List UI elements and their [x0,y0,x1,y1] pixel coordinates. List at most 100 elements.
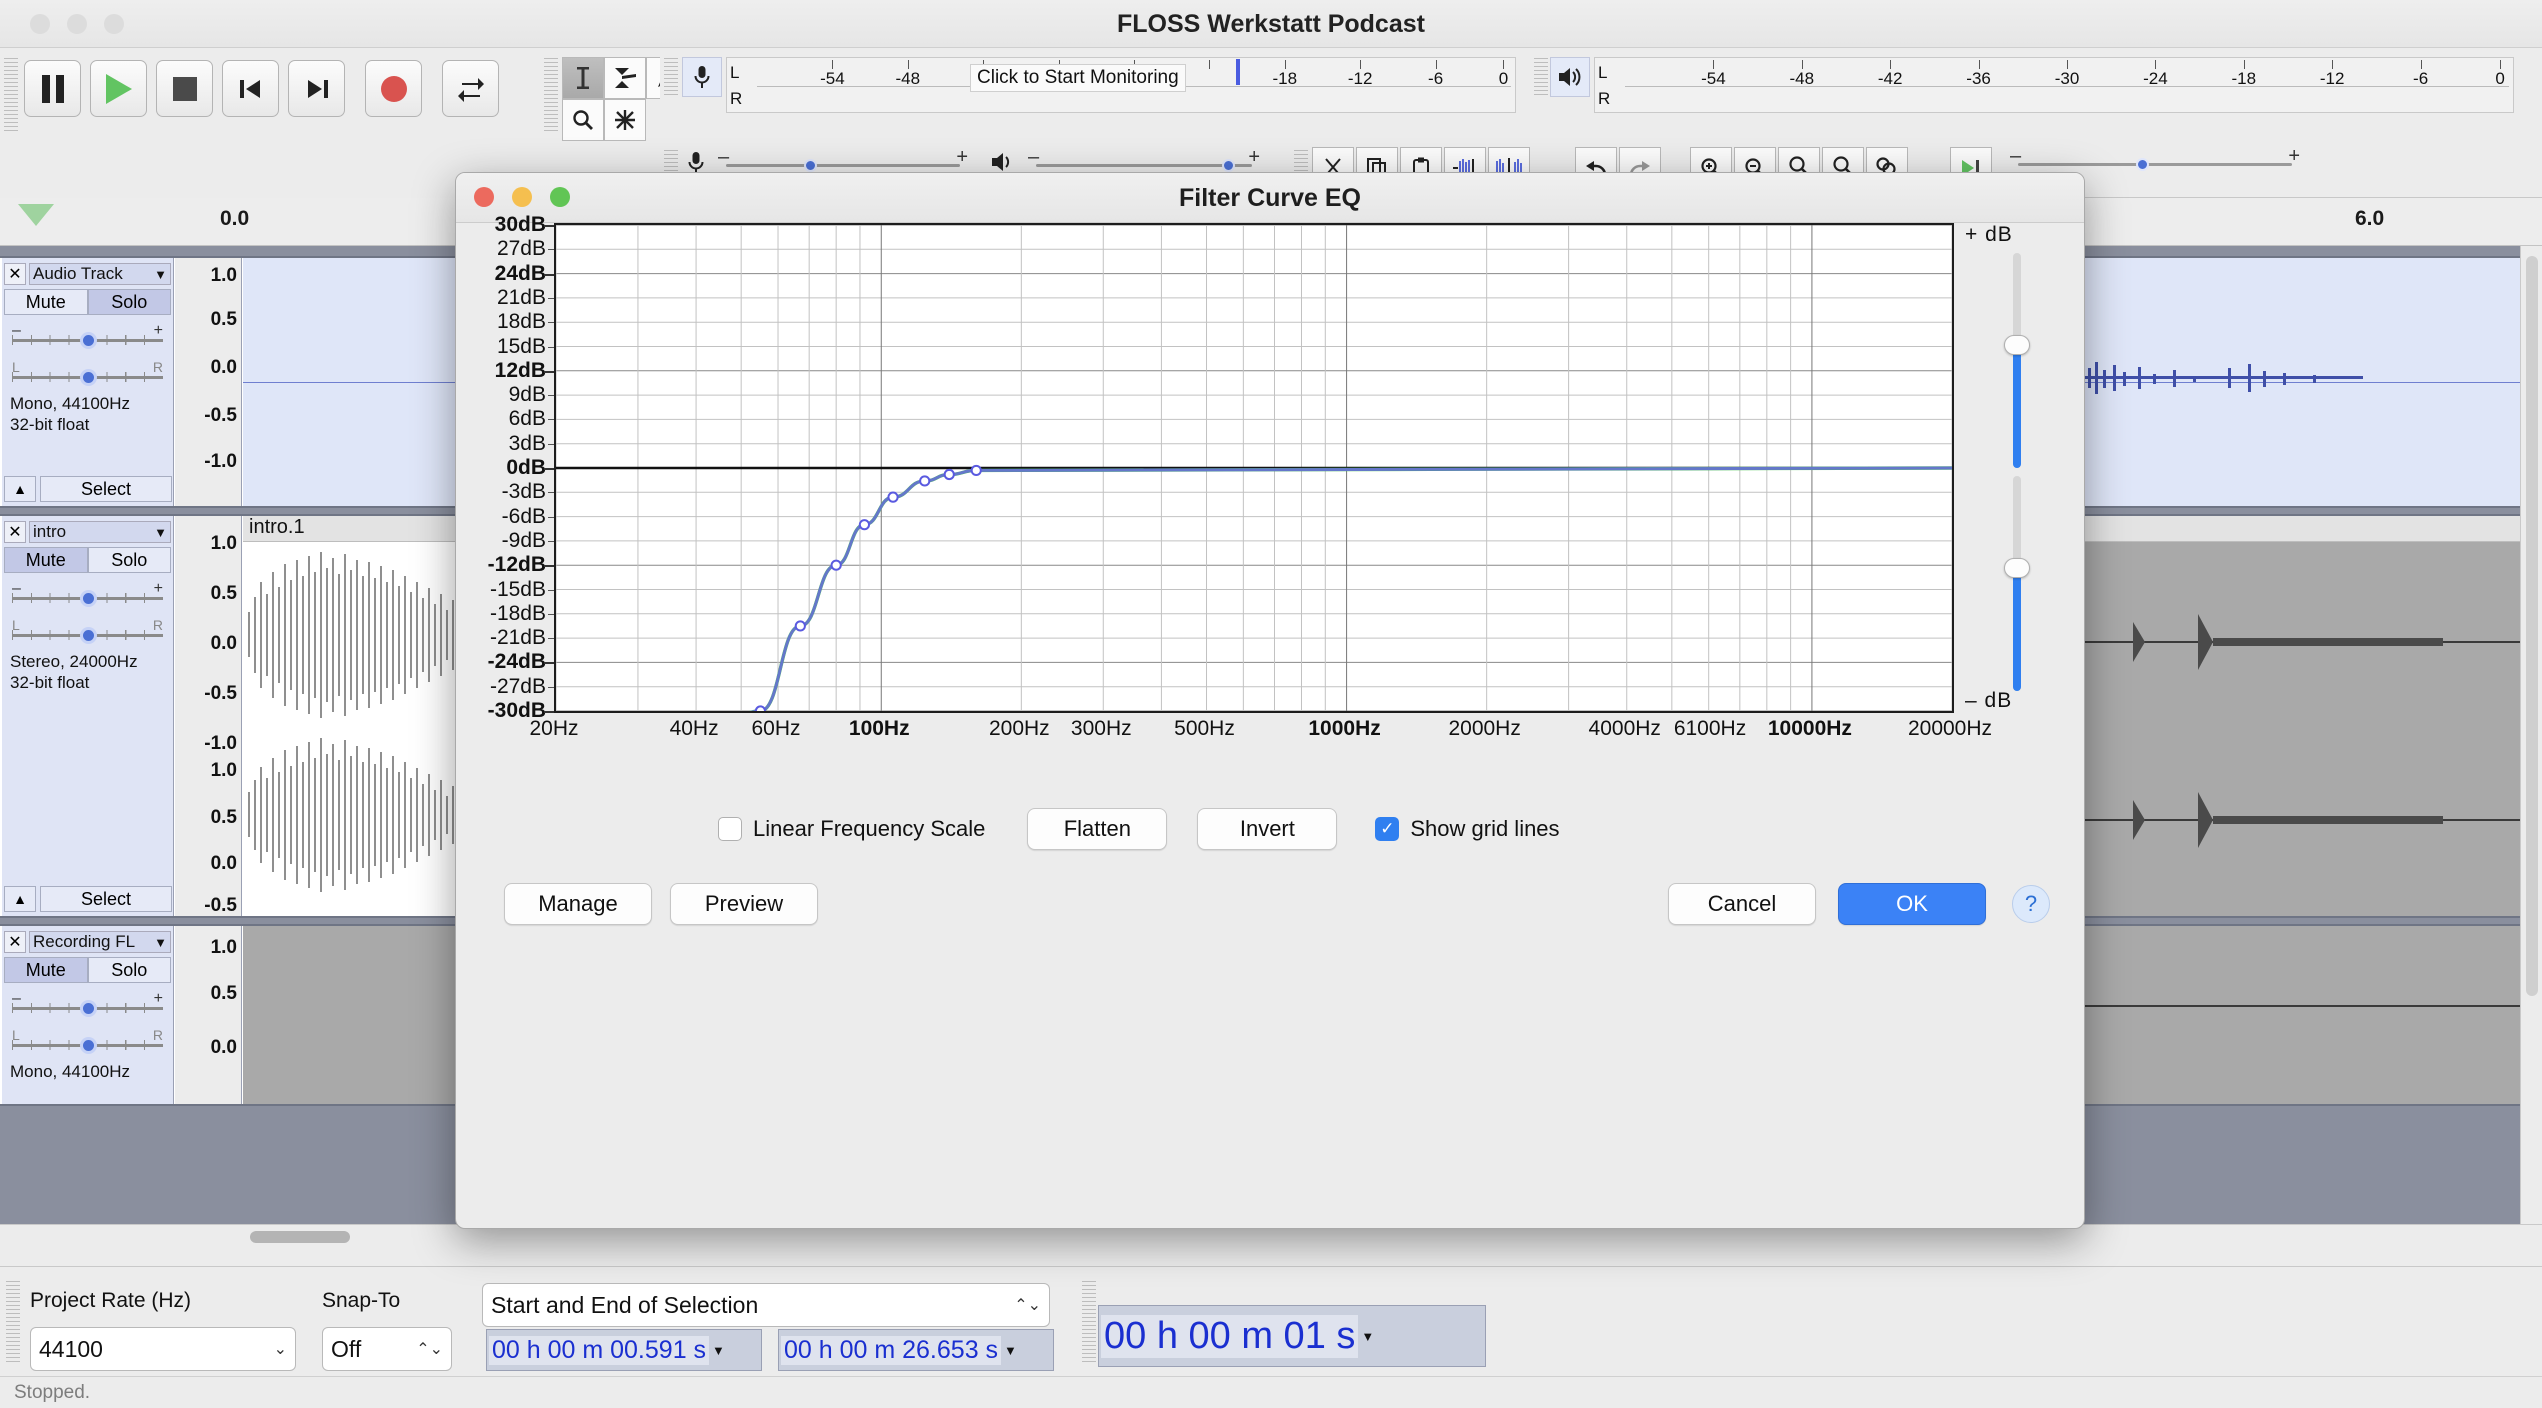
eq-control-point[interactable] [754,705,767,711]
vruler-label: -1.0 [204,451,237,472]
vruler-label: 0.0 [210,1037,237,1058]
track-gain-slider[interactable]: – + [12,990,163,1020]
vertical-scrollbar[interactable] [2520,246,2542,1246]
track-vertical-ruler[interactable]: 1.0 0.5 0.0 [175,926,242,1104]
audio-position-time[interactable]: 00 h 00 m 01 s ▼ [1098,1305,1486,1367]
track-control-panel[interactable]: ✕ intro ▼ Mute Solo – + LR Stereo, 24000… [2,516,174,916]
project-rate-label: Project Rate (Hz) [30,1289,192,1312]
toolbar-grip[interactable] [1534,55,1548,95]
track-control-panel[interactable]: ✕ Recording FL ▼ Mute Solo – + LR Mono, … [2,926,174,1104]
snap-to-select[interactable]: Off ⌃⌄ [322,1327,452,1371]
track-name-dropdown[interactable]: Recording FL ▼ [29,931,171,953]
meter-tick-label: -6 [1428,69,1444,88]
track-name-dropdown[interactable]: intro ▼ [29,521,171,543]
track-close-button[interactable]: ✕ [4,931,26,953]
linear-frequency-scale-checkbox[interactable]: Linear Frequency Scale [718,816,985,842]
track-control-panel[interactable]: ✕ Audio Track ▼ Mute Solo – + LR Mono, 4… [2,258,174,506]
eq-x-tick-label: 500Hz [1174,717,1235,740]
track-mute-button[interactable]: Mute [4,547,88,573]
meter-channel-L: L [730,63,740,82]
eq-control-point[interactable] [970,464,982,477]
toolbar-grip[interactable] [664,55,678,95]
track-pan-slider[interactable]: LR [12,359,163,389]
eq-control-point[interactable] [887,491,899,503]
toolbar-grip[interactable] [1082,1278,1096,1364]
invert-button[interactable]: Invert [1197,808,1338,850]
flatten-button[interactable]: Flatten [1027,808,1168,850]
vruler-label: 0.0 [210,853,237,874]
playback-meter[interactable]: L R -54 -48 -42 -36 -30 -24 -18 -12 -6 0 [1594,57,2514,113]
track-gain-slider[interactable]: – + [12,322,163,352]
envelope-tool-button[interactable] [604,57,646,99]
vruler-label: 0.0 [210,357,237,378]
track-solo-button[interactable]: Solo [87,289,171,315]
skip-to-start-button[interactable] [222,60,279,117]
eq-control-point[interactable] [830,559,842,571]
help-button[interactable]: ? [2012,885,2050,923]
cancel-button[interactable]: Cancel [1668,883,1816,925]
recording-meter-button[interactable] [682,57,722,97]
track-pan-slider[interactable]: LR [12,617,163,647]
track-collapse-button[interactable]: ▲ [4,886,36,912]
eq-button-row: Manage Preview Cancel OK ? [456,883,2084,943]
multi-tool-button[interactable] [604,99,646,141]
zoom-tool-button[interactable] [562,99,604,141]
filter-curve-eq-dialog[interactable]: Filter Curve EQ 30dB 27dB 24dB 21dB 18dB 15dB… [455,172,2085,1229]
preview-button[interactable]: Preview [670,883,818,925]
track-select-button[interactable]: Select [40,886,172,912]
selection-tool-button[interactable] [562,57,604,99]
project-rate-value: 44100 [39,1335,103,1362]
toolbar-grip[interactable] [4,55,18,131]
eq-y-tick-label: 21dB [496,285,546,309]
eq-control-point[interactable] [858,519,871,531]
track-mute-button[interactable]: Mute [4,957,88,983]
vertical-scroll-thumb[interactable] [2526,256,2538,996]
loop-button[interactable] [442,60,499,117]
playback-meter-button[interactable] [1550,57,1590,97]
track-vertical-ruler[interactable]: 1.0 0.5 0.0 -0.5 -1.0 [175,258,242,506]
play-button[interactable] [90,60,147,117]
chevron-down-icon[interactable]: ▼ [712,1343,725,1358]
track-pan-slider[interactable]: LR [12,1027,163,1057]
toolbar-grip[interactable] [544,55,558,131]
manage-button[interactable]: Manage [504,883,652,925]
timeline-playhead-handle[interactable] [18,204,54,226]
track-close-button[interactable]: ✕ [4,521,26,543]
track-mute-button[interactable]: Mute [4,289,88,315]
chevron-down-icon[interactable]: ▼ [1361,1329,1374,1344]
upper-db-slider[interactable] [2004,253,2030,468]
track-gain-slider[interactable]: – + [12,580,163,610]
track-solo-button[interactable]: Solo [87,957,171,983]
track-select-button[interactable]: Select [40,476,172,502]
track-close-button[interactable]: ✕ [4,263,26,285]
start-monitoring-hint[interactable]: Click to Start Monitoring [970,64,1186,92]
vruler-label: 0.5 [210,983,237,1004]
show-grid-lines-checkbox[interactable]: ✓ Show grid lines [1375,816,1560,842]
selection-mode-select[interactable]: Start and End of Selection ⌃⌄ [482,1283,1050,1327]
track-name-dropdown[interactable]: Audio Track ▼ [29,263,171,285]
eq-control-point[interactable] [919,475,931,487]
toolbar-grip[interactable] [6,1278,20,1364]
track-vertical-ruler[interactable]: 1.0 0.5 0.0 -0.5 -1.0 1.0 0.5 0.0 -0.5 [175,516,242,916]
track-solo-button[interactable]: Solo [87,547,171,573]
selection-start-time[interactable]: 00 h 00 m 00.591 s ▼ [486,1329,762,1371]
chevron-down-icon[interactable]: ▼ [1004,1343,1017,1358]
selection-end-time[interactable]: 00 h 00 m 26.653 s ▼ [778,1329,1054,1371]
stop-button[interactable] [156,60,213,117]
record-button[interactable] [365,60,422,117]
eq-control-point[interactable] [794,620,806,632]
pause-button[interactable] [24,60,81,117]
eq-plot[interactable] [554,223,1954,713]
project-rate-select[interactable]: 44100 ⌄ [30,1327,296,1371]
lower-db-slider[interactable] [2004,476,2030,691]
play-icon [105,73,132,104]
track-name-label: Recording FL [33,932,136,951]
selected-region[interactable] [2013,542,2542,916]
horizontal-scroll-thumb[interactable] [250,1231,350,1243]
ok-button[interactable]: OK [1838,883,1986,925]
eq-y-tick-label: 30dB [494,213,546,236]
skip-to-end-button[interactable] [288,60,345,117]
chevron-down-icon: ⌄ [273,1341,287,1358]
track-collapse-button[interactable]: ▲ [4,476,36,502]
eq-control-point[interactable] [943,468,955,481]
